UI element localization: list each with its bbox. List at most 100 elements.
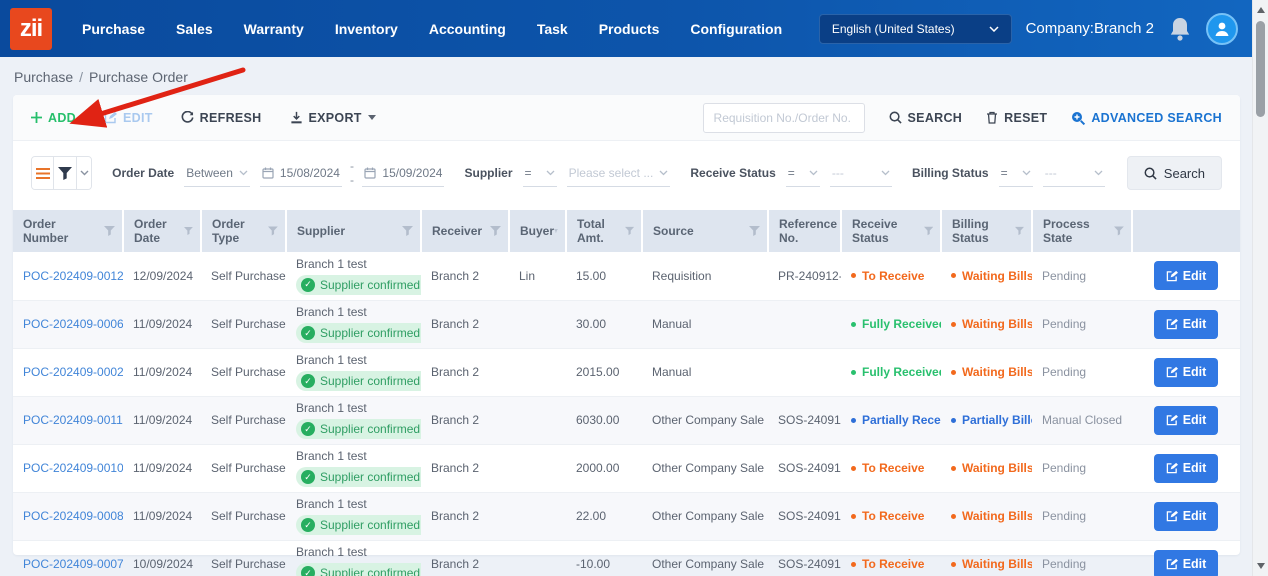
supplier-name: Branch 1 test xyxy=(296,449,367,463)
table-row[interactable]: POC-202409-0010 11/09/2024 Self Purchase… xyxy=(13,444,1240,493)
supplier-filter-label: Supplier xyxy=(464,166,513,180)
receive-status-badge: Partially Received xyxy=(851,413,941,427)
receive-status-value-select[interactable]: --- xyxy=(829,160,892,187)
edit-button[interactable]: Edit xyxy=(1154,405,1218,435)
menu-item-accounting[interactable]: Accounting xyxy=(429,21,506,37)
edit-button[interactable]: Edit xyxy=(1154,549,1218,576)
supplier-operator-select[interactable]: = xyxy=(522,160,557,187)
table-row[interactable]: POC-202409-0007 10/09/2024 Self Purchase… xyxy=(13,540,1240,576)
language-selector[interactable]: English (United States) xyxy=(818,13,1012,44)
billing-status-operator-select[interactable]: = xyxy=(998,160,1033,187)
purchase-order-table: Order Number Order Date Order Type Suppl… xyxy=(13,210,1240,576)
column-filter-icon[interactable] xyxy=(104,226,115,236)
order-number-link[interactable]: POC-202409-0008 xyxy=(23,509,123,523)
date-from-input[interactable]: 15/08/2024 xyxy=(259,160,342,187)
requisition-search-input[interactable] xyxy=(702,102,865,133)
edit-button[interactable]: Edit xyxy=(1154,357,1218,387)
check-circle-icon: ✓ xyxy=(301,277,315,292)
receive-status-badge: To Receive xyxy=(851,557,941,571)
advanced-search-button[interactable]: ADVANCED SEARCH xyxy=(1071,111,1222,125)
date-to-input[interactable]: 15/09/2024 xyxy=(362,160,445,187)
order-date-cell: 11/09/2024 xyxy=(123,396,201,445)
export-button[interactable]: EXPORT xyxy=(290,111,376,125)
menu-item-purchase[interactable]: Purchase xyxy=(82,21,145,37)
refresh-button[interactable]: REFRESH xyxy=(181,111,262,125)
scroll-up-arrow[interactable] xyxy=(1257,7,1265,13)
order-number-link[interactable]: POC-202409-0010 xyxy=(23,461,123,475)
check-circle-icon: ✓ xyxy=(301,566,315,576)
table-row[interactable]: POC-202409-0012 12/09/2024 Self Purchase… xyxy=(13,252,1240,301)
column-filter-icon[interactable] xyxy=(923,226,933,236)
column-filter-icon[interactable] xyxy=(184,226,193,236)
source-cell: Other Company Sale xyxy=(642,444,768,493)
menu-item-configuration[interactable]: Configuration xyxy=(690,21,782,37)
scroll-down-arrow[interactable] xyxy=(1257,563,1265,569)
table-row[interactable]: POC-202409-0011 11/09/2024 Self Purchase… xyxy=(13,396,1240,445)
order-date-operator-select[interactable]: Between xyxy=(184,160,250,187)
purchase-order-page: zii Purchase Sales Warranty Inventory Ac… xyxy=(0,0,1252,576)
buyer-cell xyxy=(509,492,566,541)
supplier-cell: Branch 1 test ✓ Supplier confirmed xyxy=(286,540,421,576)
column-filter-icon[interactable] xyxy=(624,226,634,236)
edit-button[interactable]: Edit xyxy=(1154,453,1218,483)
navbar-right: English (United States) Company:Branch 2 xyxy=(818,12,1238,45)
order-number-link[interactable]: POC-202409-0002 xyxy=(23,365,123,379)
reference-no-cell xyxy=(768,300,841,349)
order-number-link[interactable]: POC-202409-0006 xyxy=(23,317,123,331)
app-logo[interactable]: zii xyxy=(10,7,52,50)
column-filter-icon[interactable] xyxy=(1114,226,1124,236)
scrollbar-thumb[interactable] xyxy=(1256,21,1265,117)
supplier-cell: Branch 1 test ✓ Supplier confirmed xyxy=(286,444,421,493)
column-filter-icon[interactable] xyxy=(490,226,501,236)
table-row[interactable]: POC-202409-0006 11/09/2024 Self Purchase… xyxy=(13,300,1240,349)
column-filter-icon[interactable] xyxy=(268,226,278,236)
menu-item-task[interactable]: Task xyxy=(537,21,568,37)
supplier-confirmed-badge: ✓ Supplier confirmed xyxy=(296,371,421,391)
col-reference-no: Reference No. xyxy=(768,210,842,252)
filter-more-button[interactable] xyxy=(76,157,92,189)
reset-button[interactable]: RESET xyxy=(986,111,1047,125)
order-date-cell: 10/09/2024 xyxy=(123,540,201,576)
user-avatar[interactable] xyxy=(1206,12,1238,45)
order-number-link[interactable]: POC-202409-0007 xyxy=(23,557,123,571)
purchase-order-table-body: POC-202409-0012 12/09/2024 Self Purchase… xyxy=(13,252,1240,576)
edit-button[interactable]: Edit xyxy=(1154,261,1218,291)
order-number-link[interactable]: POC-202409-0012 xyxy=(23,269,123,283)
edit-button[interactable]: Edit xyxy=(1154,501,1218,531)
menu-item-warranty[interactable]: Warranty xyxy=(244,21,304,37)
notifications-bell-icon[interactable] xyxy=(1168,16,1192,42)
breadcrumb-section[interactable]: Purchase xyxy=(14,69,73,85)
magnifier-plus-icon xyxy=(1072,111,1086,125)
check-circle-icon: ✓ xyxy=(301,518,315,532)
table-row[interactable]: POC-202409-0008 11/09/2024 Self Purchase… xyxy=(13,492,1240,541)
column-filter-icon[interactable] xyxy=(749,226,760,236)
filter-search-button[interactable]: Search xyxy=(1126,156,1222,190)
billing-status-badge: Waiting Bills xyxy=(951,509,1032,523)
supplier-value-select[interactable]: Please select ... xyxy=(566,160,671,187)
billing-status-value-select[interactable]: --- xyxy=(1042,160,1105,187)
column-filter-icon[interactable] xyxy=(402,226,413,236)
supplier-confirmed-badge: ✓ Supplier confirmed xyxy=(296,467,421,487)
filter-funnel-button[interactable] xyxy=(54,157,77,189)
column-filter-icon[interactable] xyxy=(1014,226,1024,236)
vertical-scrollbar[interactable] xyxy=(1252,0,1268,576)
receive-status-operator-select[interactable]: = xyxy=(785,160,820,187)
supplier-confirmed-badge: ✓ Supplier confirmed xyxy=(296,515,421,535)
menu-item-sales[interactable]: Sales xyxy=(176,21,213,37)
add-button[interactable]: ADD xyxy=(31,111,76,125)
edit-button[interactable]: Edit xyxy=(1154,309,1218,339)
company-branch-label[interactable]: Company:Branch 2 xyxy=(1026,20,1154,37)
order-number-link[interactable]: POC-202409-0011 xyxy=(23,413,123,427)
billing-status-badge: Waiting Bills xyxy=(951,557,1032,571)
buyer-cell xyxy=(509,540,566,576)
column-filter-icon[interactable] xyxy=(554,226,558,236)
table-row[interactable]: POC-202409-0002 11/09/2024 Self Purchase… xyxy=(13,348,1240,397)
search-button[interactable]: SEARCH xyxy=(889,111,963,125)
edit-toolbar-button[interactable]: EDIT xyxy=(104,111,153,125)
menu-item-products[interactable]: Products xyxy=(599,21,660,37)
date-range-separator: -- xyxy=(349,159,354,187)
receiver-cell: Branch 2 xyxy=(421,444,509,493)
check-circle-icon: ✓ xyxy=(301,422,315,436)
menu-item-inventory[interactable]: Inventory xyxy=(335,21,398,37)
menu-list-button[interactable] xyxy=(32,157,55,189)
